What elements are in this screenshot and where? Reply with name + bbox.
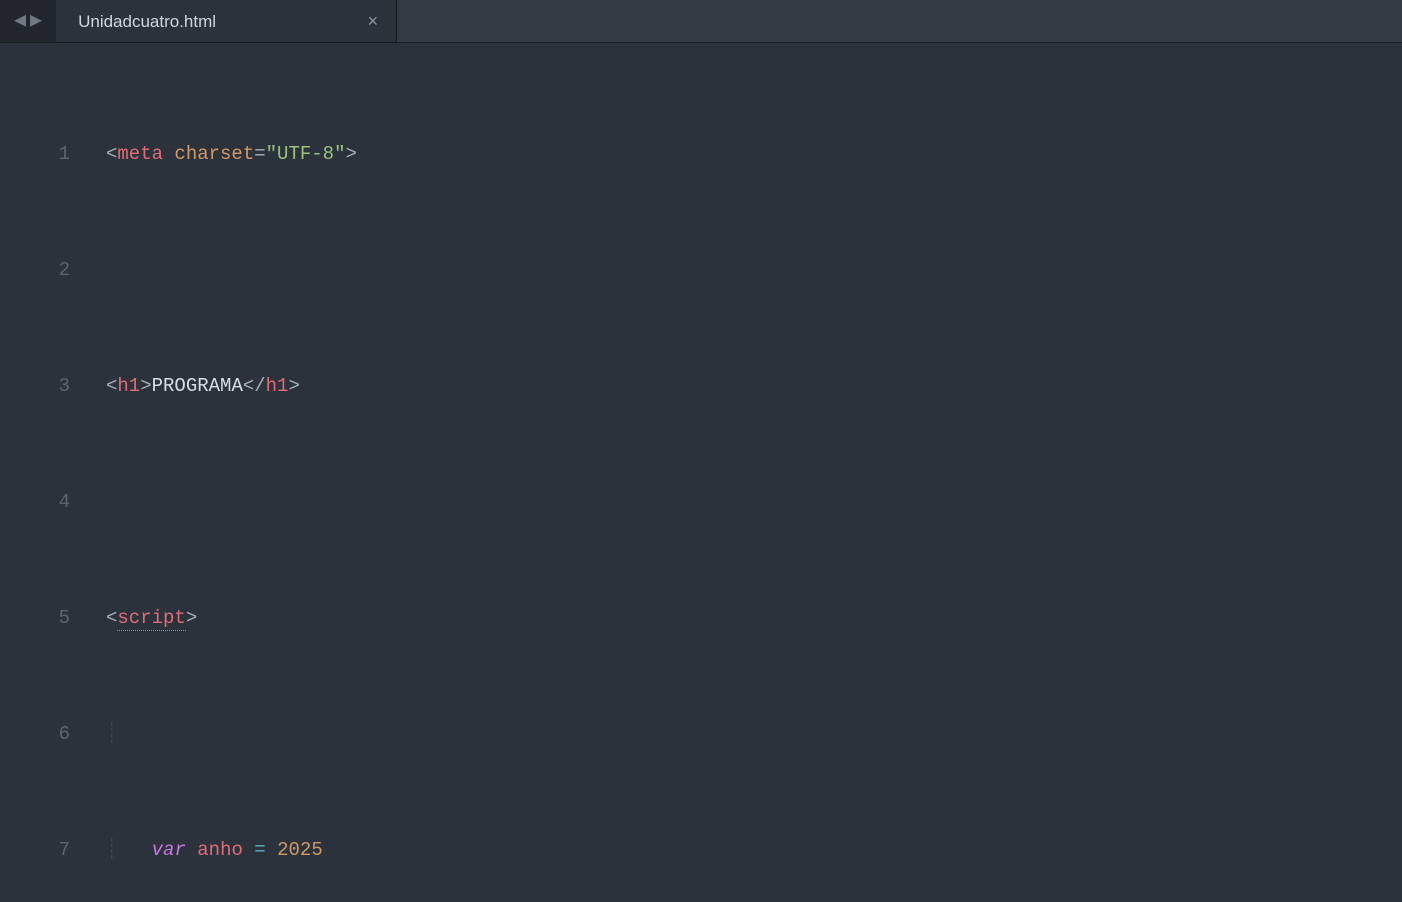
tag: meta [117,143,163,165]
code-line[interactable]: 6 ┊ [8,720,1402,749]
nav-arrows: ◀ ▶ [0,0,56,42]
line-number: 3 [8,372,88,401]
nav-back-icon[interactable]: ◀ [14,7,26,36]
tab-active[interactable]: Unidadcuatro.html × [56,0,397,42]
tag: h1 [117,375,140,397]
text: PROGRAMA [152,375,243,397]
identifier: anho [197,839,243,861]
attr: charset [174,143,254,165]
code-editor[interactable]: 1 <meta charset="UTF-8"> 2 3 <h1>PROGRAM… [0,43,1402,902]
close-icon[interactable]: × [368,7,379,36]
editor-app: ◀ ▶ Unidadcuatro.html × 1 <meta charset=… [0,0,1402,902]
code-line[interactable]: 5 <script> [8,604,1402,633]
line-number: 1 [8,140,88,169]
line-number: 4 [8,488,88,517]
code-line[interactable]: 2 [8,256,1402,285]
code-line[interactable]: 3 <h1>PROGRAMA</h1> [8,372,1402,401]
tab-title: Unidadcuatro.html [78,7,216,36]
tab-bar-empty [397,0,1402,42]
punct: < [106,143,117,165]
line-number: 2 [8,256,88,285]
line-number: 6 [8,720,88,749]
nav-forward-icon[interactable]: ▶ [30,7,42,36]
tab-bar: ◀ ▶ Unidadcuatro.html × [0,0,1402,43]
code-line[interactable]: 4 [8,488,1402,517]
line-number: 7 [8,836,88,865]
number: 2025 [277,839,323,861]
code-line[interactable]: 7 ┊ var anho = 2025 [8,836,1402,865]
tag: script [117,607,185,631]
code-line[interactable]: 1 <meta charset="UTF-8"> [8,140,1402,169]
line-number: 5 [8,604,88,633]
keyword: var [152,839,186,861]
string: "UTF-8" [266,143,346,165]
code-area[interactable]: 1 <meta charset="UTF-8"> 2 3 <h1>PROGRAM… [0,53,1402,902]
